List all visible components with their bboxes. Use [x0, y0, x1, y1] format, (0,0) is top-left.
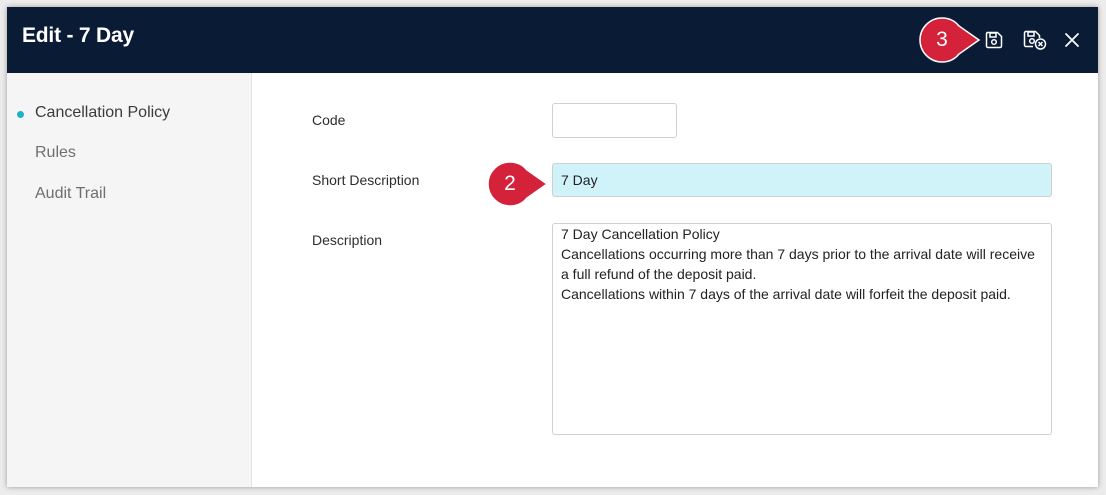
save-and-close-button[interactable] [1020, 25, 1050, 55]
save-icon [985, 31, 1003, 49]
callout-number: 3 [936, 28, 948, 51]
description-label: Description [312, 232, 383, 248]
callout-number: 2 [504, 172, 516, 195]
sidebar-item-cancellation-policy[interactable]: Cancellation Policy [35, 104, 170, 122]
sidebar: Cancellation Policy Rules Audit Trail [7, 73, 252, 487]
callout-badge-3: 3 [919, 17, 983, 63]
sidebar-item-audit-trail[interactable]: Audit Trail [35, 185, 106, 203]
edit-dialog: Edit - 7 Day Cancellation Policy Rules A… [7, 7, 1098, 487]
description-textarea[interactable]: 7 Day Cancellation Policy Cancellations … [552, 223, 1052, 435]
sidebar-item-rules[interactable]: Rules [35, 144, 76, 162]
close-icon [1065, 33, 1079, 47]
code-input[interactable] [552, 103, 677, 138]
active-indicator-dot [17, 111, 24, 118]
short-description-label: Short Description [312, 172, 420, 188]
close-button[interactable] [1057, 25, 1087, 55]
callout-badge-2: 2 [487, 161, 551, 207]
save-button[interactable] [979, 25, 1009, 55]
dialog-title: Edit - 7 Day [22, 24, 134, 47]
short-description-input[interactable] [552, 163, 1052, 197]
code-label: Code [312, 112, 346, 128]
save-close-icon [1023, 30, 1047, 50]
